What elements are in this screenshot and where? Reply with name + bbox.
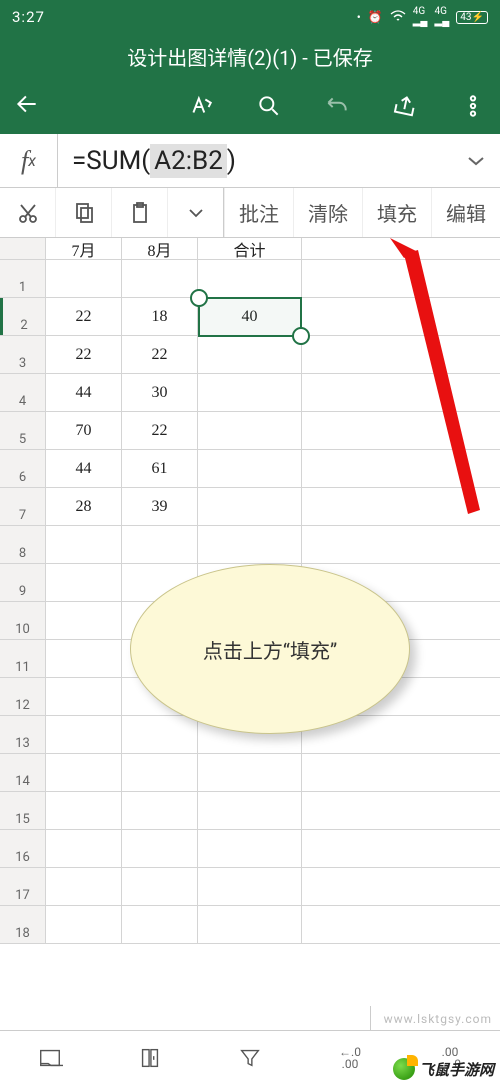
col-header[interactable]: 7月 — [46, 238, 122, 259]
font-style-icon[interactable] — [188, 93, 214, 119]
row-header[interactable]: 17 — [0, 868, 46, 905]
filter-button[interactable] — [200, 1045, 300, 1071]
status-icons: • ⏰ 4G▂▄ 4G▂▄ 43⚡ — [357, 7, 488, 27]
data-cell[interactable]: 22 — [122, 412, 198, 449]
row-header[interactable]: 14 — [0, 754, 46, 791]
paste-button[interactable] — [112, 188, 168, 237]
app-action-bar — [0, 78, 500, 134]
data-cell[interactable]: 44 — [46, 374, 122, 411]
search-icon[interactable] — [256, 93, 282, 119]
annotation-callout: 点击上方“填充” — [130, 564, 410, 734]
formula-input[interactable]: =SUM(A2:B2) — [58, 145, 452, 176]
formula-expand-icon[interactable] — [452, 155, 500, 167]
share-icon[interactable] — [392, 93, 418, 119]
data-cell[interactable]: 18 — [122, 298, 198, 335]
row-header[interactable]: 8 — [0, 526, 46, 563]
row-header[interactable]: 9 — [0, 564, 46, 601]
data-cell[interactable]: 39 — [122, 488, 198, 525]
more-icon[interactable] — [460, 93, 486, 119]
row-header[interactable]: 11 — [0, 640, 46, 677]
row-header[interactable]: 13 — [0, 716, 46, 753]
row-header[interactable]: 12 — [0, 678, 46, 715]
row-header[interactable]: 6 — [0, 450, 46, 487]
increase-decimal-button[interactable]: ←.0 .00 — [300, 1046, 400, 1070]
col-header[interactable]: 8月 — [122, 238, 198, 259]
header-row: 7月 8月 合计 — [0, 238, 500, 260]
toolbar-expand-icon[interactable] — [168, 188, 224, 237]
row-header[interactable]: 16 — [0, 830, 46, 867]
watermark-logo: 飞鼠手游网 — [393, 1058, 494, 1080]
bottom-toolbar: ←.0 .00 .00 →.0 飞鼠手游网 — [0, 1030, 500, 1084]
corner-cell[interactable] — [0, 238, 46, 259]
alarm-icon: ⏰ — [368, 10, 383, 24]
undo-icon[interactable] — [324, 93, 350, 119]
data-cell[interactable]: 70 — [46, 412, 122, 449]
data-cell[interactable]: 28 — [46, 488, 122, 525]
col-header[interactable]: 合计 — [198, 238, 302, 259]
data-cell[interactable]: 22 — [122, 336, 198, 373]
data-cell[interactable]: 22 — [46, 298, 122, 335]
cut-button[interactable] — [0, 188, 56, 237]
row-header[interactable]: 10 — [0, 602, 46, 639]
spreadsheet-grid[interactable]: 7月 8月 合计 1 2221840 32222 44430 57022 644… — [0, 238, 500, 944]
comment-button[interactable]: 批注 — [224, 188, 293, 237]
row-header[interactable]: 7 — [0, 488, 46, 525]
battery-icon: 43⚡ — [456, 11, 488, 24]
row-header[interactable]: 2 — [0, 298, 46, 335]
dot-icon: • — [357, 10, 361, 24]
data-cell[interactable]: 22 — [46, 336, 122, 373]
back-icon[interactable] — [14, 91, 40, 117]
row-header[interactable]: 18 — [0, 906, 46, 943]
row-header[interactable]: 15 — [0, 792, 46, 829]
fill-button[interactable]: 填充 — [362, 188, 431, 237]
row-header[interactable]: 3 — [0, 336, 46, 373]
data-cell[interactable]: 44 — [46, 450, 122, 487]
status-time: 3:27 — [12, 8, 45, 26]
status-bar: 3:27 • ⏰ 4G▂▄ 4G▂▄ 43⚡ — [0, 0, 500, 34]
data-cell[interactable]: 30 — [122, 374, 198, 411]
copy-button[interactable] — [56, 188, 112, 237]
watermark-url: www.lsktgsy.com — [384, 1012, 492, 1026]
edit-button[interactable]: 编辑 — [431, 188, 500, 237]
document-title: 设计出图详情(2)(1) - 已保存 — [0, 34, 500, 78]
fx-label[interactable]: fx — [0, 134, 58, 187]
sheet-tabs-button[interactable] — [0, 1045, 100, 1071]
row-header[interactable]: 4 — [0, 374, 46, 411]
formula-bar: fx =SUM(A2:B2) — [0, 134, 500, 188]
clear-button[interactable]: 清除 — [293, 188, 362, 237]
row-header[interactable]: 5 — [0, 412, 46, 449]
data-cell[interactable]: 61 — [122, 450, 198, 487]
wifi-icon — [390, 10, 406, 25]
row-header[interactable]: 1 — [0, 260, 46, 297]
autofit-button[interactable] — [100, 1045, 200, 1071]
data-cell[interactable]: 40 — [198, 298, 302, 335]
context-toolbar: 批注 清除 填充 编辑 — [0, 188, 500, 238]
